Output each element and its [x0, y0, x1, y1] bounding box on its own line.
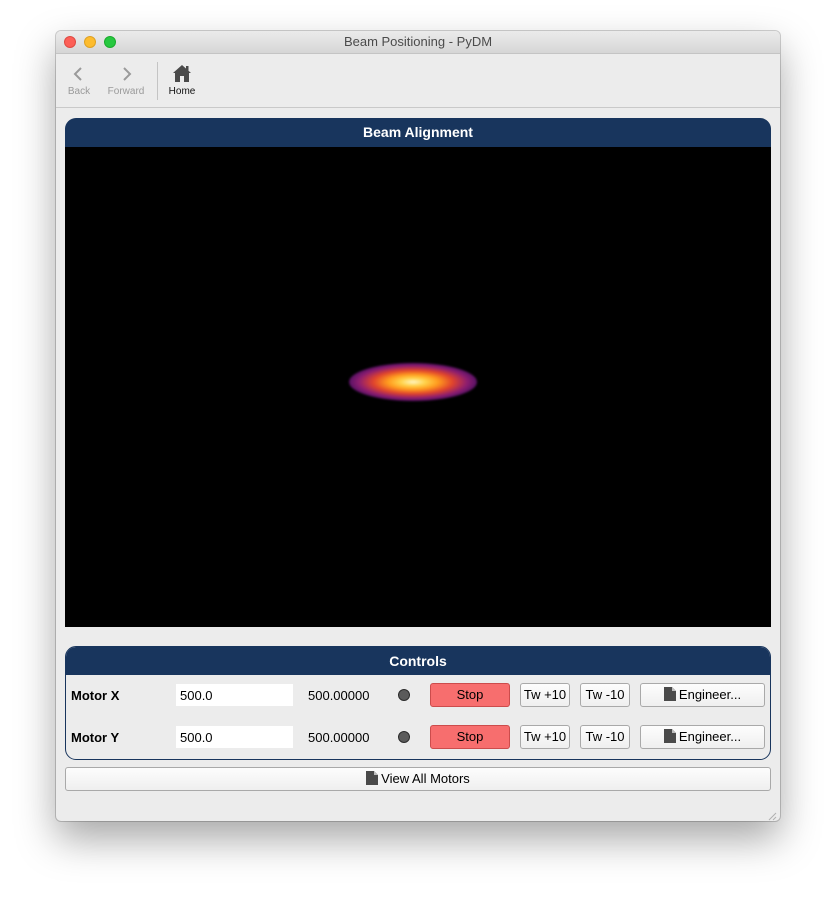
setpoint-input[interactable]: [176, 726, 293, 748]
view-all-motors-button[interactable]: View All Motors: [65, 767, 771, 791]
beam-spot: [349, 363, 477, 401]
motor-name: Motor X: [71, 688, 120, 703]
readback-value: 500.00000: [308, 688, 370, 703]
readback-value: 500.00000: [308, 730, 370, 745]
back-button[interactable]: Back: [65, 63, 93, 97]
document-icon: [366, 770, 379, 785]
minimize-window-button[interactable]: [84, 36, 96, 48]
tweak-plus-button[interactable]: Tw +10: [520, 725, 570, 749]
chevron-right-icon: [105, 63, 147, 85]
close-window-button[interactable]: [64, 36, 76, 48]
view-all-label: View All Motors: [381, 771, 470, 786]
status-led-icon: [398, 689, 410, 701]
motor-row-y: Motor Y 500.00000 Stop Tw +10 Tw -10 Eng…: [66, 725, 770, 751]
engineer-label: Engineer...: [678, 729, 742, 744]
engineer-button[interactable]: Engineer...: [640, 683, 765, 707]
home-icon: [166, 63, 198, 85]
tweak-minus-button[interactable]: Tw -10: [580, 725, 630, 749]
maximize-window-button[interactable]: [104, 36, 116, 48]
app-window: Beam Positioning - PyDM Back Forward Hom…: [56, 31, 780, 821]
setpoint-input[interactable]: [176, 684, 293, 706]
motor-name: Motor Y: [71, 730, 120, 745]
forward-button[interactable]: Forward: [105, 63, 147, 97]
motor-row-x: Motor X 500.00000 Stop Tw +10 Tw -10 Eng…: [66, 683, 770, 709]
stop-button[interactable]: Stop: [430, 725, 510, 749]
document-icon: [663, 686, 676, 701]
engineer-label: Engineer...: [678, 687, 742, 702]
tweak-plus-button[interactable]: Tw +10: [520, 683, 570, 707]
resize-grip-icon[interactable]: [767, 808, 777, 821]
beam-image-view[interactable]: [65, 147, 771, 627]
navigation-toolbar: Back Forward Home: [56, 54, 780, 108]
window-title: Beam Positioning - PyDM: [343, 34, 493, 49]
controls-panel: Controls Motor X 500.00000 Stop Tw +10 T…: [65, 646, 771, 760]
forward-label: Forward: [107, 86, 145, 97]
beam-alignment-header: Beam Alignment: [65, 118, 771, 147]
home-button[interactable]: Home: [166, 63, 198, 97]
home-label: Home: [168, 86, 196, 97]
tweak-minus-button[interactable]: Tw -10: [580, 683, 630, 707]
title-bar: Beam Positioning - PyDM: [56, 31, 780, 54]
status-led-icon: [398, 731, 410, 743]
back-label: Back: [67, 86, 91, 97]
document-icon: [663, 728, 676, 743]
toolbar-separator: [157, 62, 158, 100]
chevron-left-icon: [65, 63, 93, 85]
engineer-button[interactable]: Engineer...: [640, 725, 765, 749]
stop-button[interactable]: Stop: [430, 683, 510, 707]
controls-header: Controls: [66, 647, 770, 675]
